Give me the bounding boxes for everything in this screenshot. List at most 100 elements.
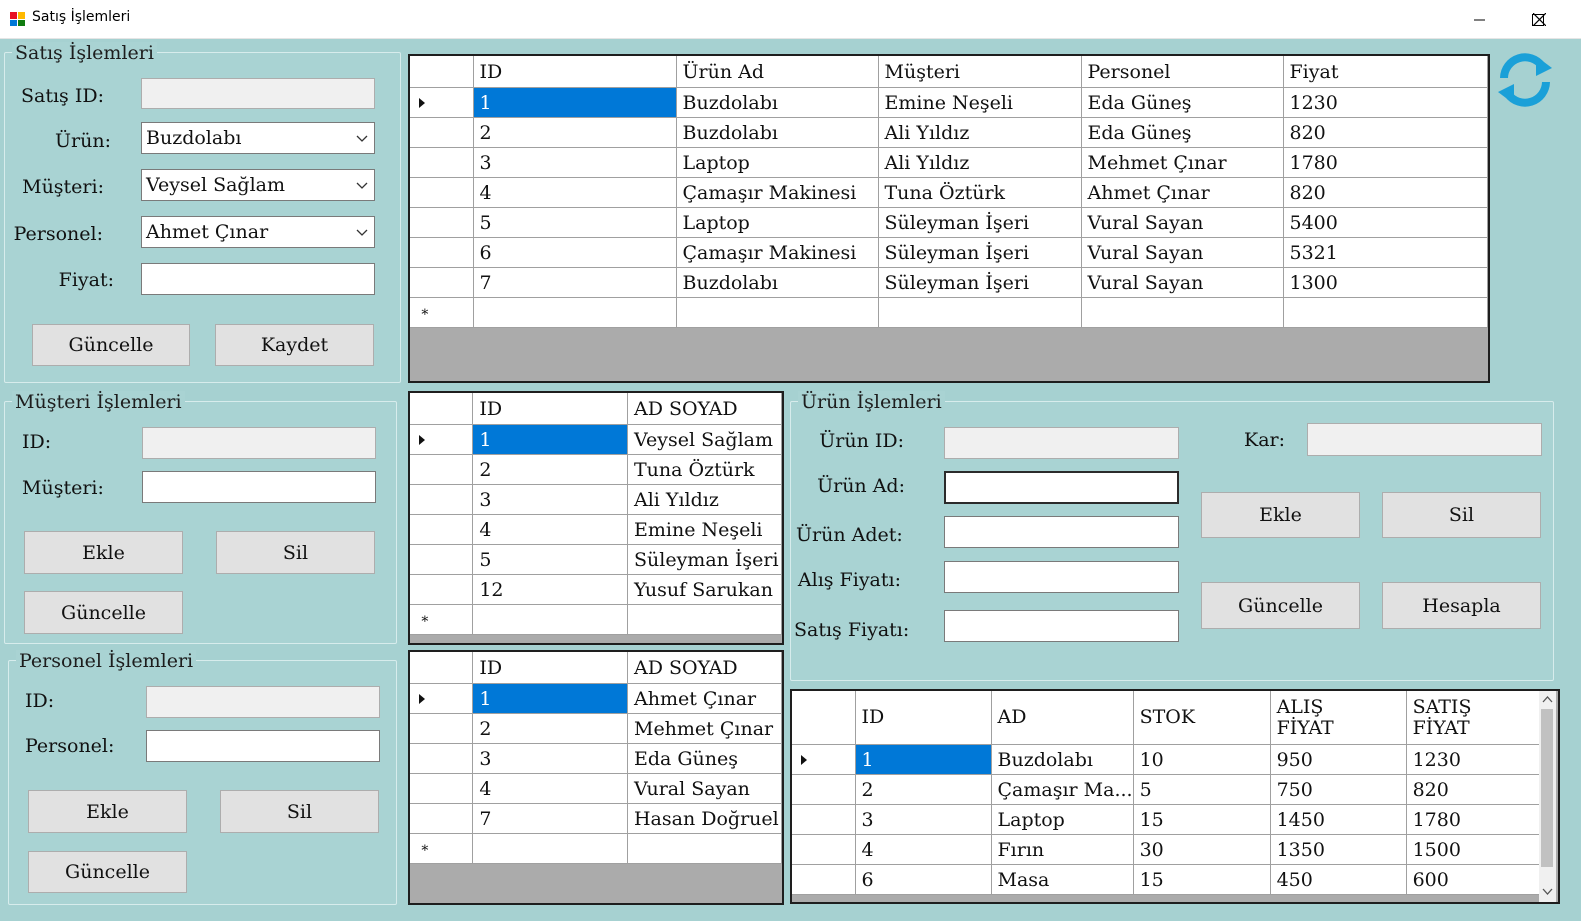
customer-name-field[interactable] <box>142 471 376 503</box>
staff-delete-button[interactable]: Sil <box>220 790 379 833</box>
table-cell[interactable]: Eda Güneş <box>1081 87 1284 118</box>
table-cell[interactable]: Ali Yıldız <box>878 147 1082 178</box>
table-cell[interactable] <box>627 604 782 635</box>
table-cell[interactable]: Eda Güneş <box>627 743 782 774</box>
table-cell[interactable]: 7 <box>473 267 677 298</box>
scroll-up-icon[interactable] <box>1542 695 1553 703</box>
table-cell[interactable]: Buzdolabı <box>991 744 1134 775</box>
table-cell[interactable]: Ahmet Çınar <box>1081 177 1284 208</box>
table-cell[interactable]: 5 <box>472 544 628 575</box>
table-cell[interactable]: 2 <box>855 774 992 805</box>
table-cell[interactable]: 450 <box>1270 864 1407 895</box>
table-row[interactable]: 7 Buzdolabı Süleyman İşeri Vural Sayan 1300 <box>410 267 1488 298</box>
product-qty-field[interactable] <box>944 516 1179 548</box>
table-row[interactable]: 2 Tuna Öztürk <box>410 454 782 485</box>
product-update-button[interactable]: Güncelle <box>1201 582 1360 629</box>
table-cell[interactable]: Mehmet Çınar <box>627 713 782 744</box>
table-cell[interactable]: 820 <box>1283 177 1488 208</box>
table-cell[interactable]: 5400 <box>1283 207 1488 238</box>
table-cell[interactable] <box>676 297 879 328</box>
table-cell[interactable]: 1300 <box>1283 267 1488 298</box>
table-cell[interactable]: Ali Yıldız <box>627 484 782 515</box>
customer-grid[interactable]: ID AD SOYAD 1 Veysel Sağlam 2 Tuna Öztürk 3 Ali… <box>408 391 784 645</box>
table-cell[interactable]: 820 <box>1406 774 1543 805</box>
sales-staff-combo[interactable]: Ahmet Çınar <box>141 216 375 248</box>
row-header[interactable] <box>410 237 474 268</box>
table-cell[interactable]: 1 <box>472 683 628 714</box>
table-cell[interactable]: Yusuf Sarukan <box>627 574 782 605</box>
sales-grid[interactable]: ID Ürün Ad Müşteri Personel Fiyat 1 Buzdolabı E… <box>408 54 1490 383</box>
table-cell[interactable] <box>1081 297 1284 328</box>
column-header[interactable]: SATIŞ FİYAT <box>1406 691 1543 745</box>
table-cell[interactable]: 600 <box>1406 864 1543 895</box>
customer-update-button[interactable]: Güncelle <box>24 591 183 634</box>
table-row[interactable]: 2 Mehmet Çınar <box>410 713 782 744</box>
product-add-button[interactable]: Ekle <box>1201 492 1360 538</box>
product-sell-price-field[interactable] <box>944 610 1179 642</box>
row-header[interactable] <box>410 87 474 118</box>
table-cell[interactable]: 1 <box>473 87 677 118</box>
table-row[interactable]: 12 Yusuf Sarukan <box>410 574 782 605</box>
row-header[interactable] <box>410 803 474 834</box>
table-cell[interactable]: 2 <box>472 713 628 744</box>
table-cell[interactable]: 4 <box>472 514 628 545</box>
row-header[interactable]: ∗ <box>410 297 474 328</box>
table-cell[interactable]: 4 <box>472 773 628 804</box>
row-header[interactable] <box>410 484 474 515</box>
table-cell[interactable]: 12 <box>472 574 628 605</box>
table-cell[interactable]: Buzdolabı <box>676 267 879 298</box>
column-header[interactable]: STOK <box>1133 691 1271 745</box>
table-cell[interactable] <box>472 833 628 864</box>
staff-add-button[interactable]: Ekle <box>28 790 187 833</box>
row-header[interactable] <box>792 834 856 865</box>
product-id-field[interactable] <box>944 427 1179 459</box>
table-cell[interactable]: 3 <box>472 743 628 774</box>
table-row[interactable]: 2 Buzdolabı Ali Yıldız Eda Güneş 820 <box>410 117 1488 148</box>
table-cell[interactable] <box>627 833 782 864</box>
staff-id-field[interactable] <box>146 686 380 718</box>
table-row[interactable]: 1 Buzdolabı Emine Neşeli Eda Güneş 1230 <box>410 87 1488 118</box>
table-cell[interactable]: Çamaşır Makinesi <box>676 237 879 268</box>
column-header[interactable]: ALIŞ FİYAT <box>1270 691 1407 745</box>
refresh-button[interactable] <box>1496 52 1554 108</box>
customer-add-button[interactable]: Ekle <box>24 531 183 574</box>
table-cell[interactable] <box>473 297 677 328</box>
table-row[interactable]: 3 Ali Yıldız <box>410 484 782 515</box>
customer-delete-button[interactable]: Sil <box>216 531 375 574</box>
staff-update-button[interactable]: Güncelle <box>28 851 187 893</box>
table-row[interactable]: 5 Süleyman İşeri <box>410 544 782 575</box>
table-cell[interactable]: 15 <box>1133 804 1271 835</box>
table-cell[interactable]: 1450 <box>1270 804 1407 835</box>
table-row[interactable]: 1 Buzdolabı 10 950 1230 <box>792 744 1543 775</box>
table-cell[interactable]: 1 <box>855 744 992 775</box>
table-cell[interactable]: 1500 <box>1406 834 1543 865</box>
row-header[interactable] <box>410 117 474 148</box>
table-row[interactable]: 1 Veysel Sağlam <box>410 424 782 455</box>
table-cell[interactable]: 1230 <box>1406 744 1543 775</box>
row-header[interactable] <box>410 454 474 485</box>
product-grid-scrollbar[interactable] <box>1539 691 1556 902</box>
table-cell[interactable]: Hasan Doğruel <box>627 803 782 834</box>
table-cell[interactable]: Vural Sayan <box>1081 237 1284 268</box>
table-row[interactable]: 7 Hasan Doğruel <box>410 803 782 834</box>
table-cell[interactable]: Eda Güneş <box>1081 117 1284 148</box>
column-header[interactable]: Personel <box>1081 56 1284 88</box>
table-cell[interactable]: Mehmet Çınar <box>1081 147 1284 178</box>
row-header[interactable] <box>792 744 856 775</box>
row-header[interactable] <box>410 544 474 575</box>
column-header[interactable]: ID <box>855 691 992 745</box>
column-header[interactable]: Fiyat <box>1283 56 1488 88</box>
table-row[interactable]: 3 Eda Güneş <box>410 743 782 774</box>
table-cell[interactable]: Emine Neşeli <box>878 87 1082 118</box>
table-cell[interactable]: 4 <box>473 177 677 208</box>
table-row[interactable]: 4 Çamaşır Makinesi Tuna Öztürk Ahmet Çınar 8… <box>410 177 1488 208</box>
table-cell[interactable]: 30 <box>1133 834 1271 865</box>
table-cell[interactable]: Emine Neşeli <box>627 514 782 545</box>
scrollbar-thumb[interactable] <box>1541 709 1553 867</box>
table-cell[interactable]: Ali Yıldız <box>878 117 1082 148</box>
column-header[interactable]: Ürün Ad <box>676 56 879 88</box>
table-cell[interactable]: Süleyman İşeri <box>627 544 782 575</box>
column-header[interactable]: ID <box>472 652 628 684</box>
staff-grid[interactable]: ID AD SOYAD 1 Ahmet Çınar 2 Mehmet Çınar 3 Eda … <box>408 650 784 905</box>
column-header[interactable]: AD <box>991 691 1134 745</box>
